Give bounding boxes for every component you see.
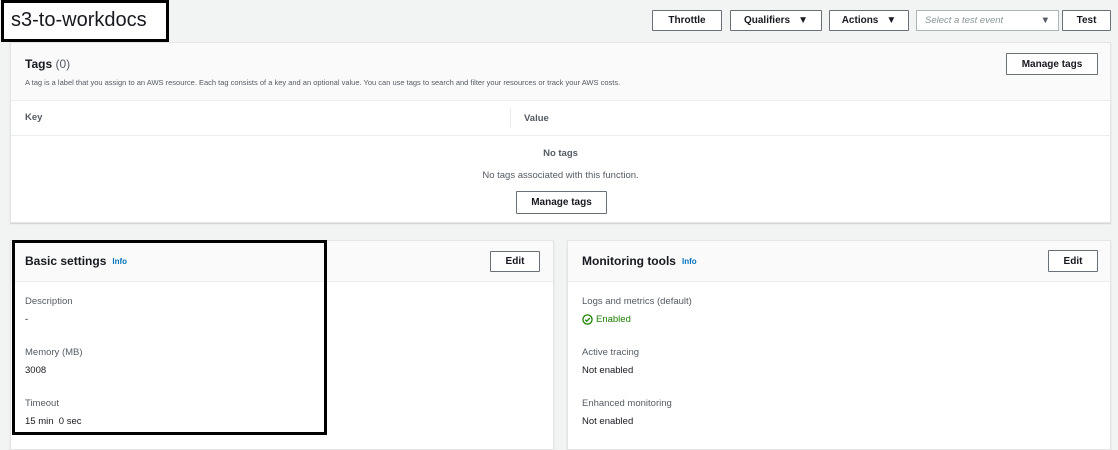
- qualifiers-dropdown[interactable]: Qualifiers ▼: [730, 10, 822, 31]
- empty-text: No tags associated with this function.: [482, 170, 639, 181]
- qualifiers-label: Qualifiers: [743, 15, 791, 26]
- field-value: 3008: [25, 365, 47, 376]
- caret-down-icon: ▼: [886, 15, 897, 26]
- logs-metrics-field: Logs and metrics (default) Enabled: [568, 296, 1110, 325]
- column-key: Key: [11, 108, 511, 128]
- basic-settings-panel: Basic settings Info Edit Description - Mem…: [10, 240, 554, 450]
- tags-count: (0): [55, 57, 71, 71]
- test-button[interactable]: Test: [1062, 10, 1111, 31]
- manage-tags-empty-label: Manage tags: [531, 197, 592, 208]
- field-value: 15 min 0 sec: [25, 416, 82, 427]
- empty-title: No tags: [543, 148, 578, 159]
- tags-panel: Tags (0) A tag is a label that you assig…: [10, 42, 1111, 223]
- caret-down-icon: ▼: [1040, 15, 1050, 26]
- field-value: -: [25, 314, 29, 325]
- monitoring-tools-panel: Monitoring tools Info Edit Logs and metri…: [567, 240, 1111, 450]
- tags-description: A tag is a label that you assign to an A…: [25, 78, 621, 87]
- memory-field: Memory (MB) 3008: [11, 347, 553, 376]
- basic-settings-title: Basic settings: [25, 254, 107, 268]
- manage-tags-empty-button[interactable]: Manage tags: [516, 191, 607, 214]
- edit-label: Edit: [505, 256, 525, 267]
- function-title: s3-to-workdocs: [1, 0, 169, 42]
- field-label: Logs and metrics (default): [582, 296, 692, 307]
- tags-title: Tags: [25, 57, 53, 71]
- throttle-button[interactable]: Throttle: [652, 10, 722, 31]
- check-circle-icon: [582, 314, 593, 325]
- tags-table-header: Key Value: [11, 101, 1110, 136]
- field-label: Memory (MB): [25, 347, 83, 358]
- timeout-field: Timeout 15 min 0 sec: [11, 398, 553, 427]
- monitoring-info-link[interactable]: Info: [682, 257, 697, 266]
- active-tracing-field: Active tracing Not enabled: [568, 347, 1110, 376]
- basic-edit-button[interactable]: Edit: [490, 251, 540, 272]
- test-event-select[interactable]: Select a test event ▼: [916, 10, 1059, 31]
- manage-tags-button[interactable]: Manage tags: [1006, 53, 1098, 75]
- test-label: Test: [1076, 15, 1097, 26]
- field-label: Timeout: [25, 398, 59, 409]
- manage-tags-label: Manage tags: [1021, 58, 1083, 70]
- column-value: Value: [524, 112, 549, 124]
- field-label: Enhanced monitoring: [582, 398, 672, 409]
- throttle-label: Throttle: [668, 15, 706, 26]
- field-value: Not enabled: [582, 416, 634, 427]
- tags-empty-state: No tags No tags associated with this fun…: [11, 148, 1110, 181]
- actions-dropdown[interactable]: Actions ▼: [829, 10, 909, 31]
- basic-info-link[interactable]: Info: [112, 257, 127, 266]
- field-label: Description: [25, 296, 73, 307]
- description-field: Description -: [11, 296, 553, 325]
- edit-label: Edit: [1063, 255, 1083, 267]
- field-label: Active tracing: [582, 347, 640, 358]
- enhanced-monitoring-field: Enhanced monitoring Not enabled: [568, 398, 1110, 427]
- test-event-placeholder: Select a test event: [925, 15, 1004, 26]
- tags-header: Tags (0) A tag is a label that you assig…: [11, 43, 1110, 101]
- field-value: Not enabled: [582, 365, 634, 376]
- enabled-status: Enabled: [596, 314, 631, 325]
- monitoring-title: Monitoring tools: [582, 254, 676, 268]
- monitoring-edit-button[interactable]: Edit: [1048, 250, 1098, 272]
- caret-down-icon: ▼: [798, 15, 809, 26]
- actions-label: Actions: [841, 15, 879, 26]
